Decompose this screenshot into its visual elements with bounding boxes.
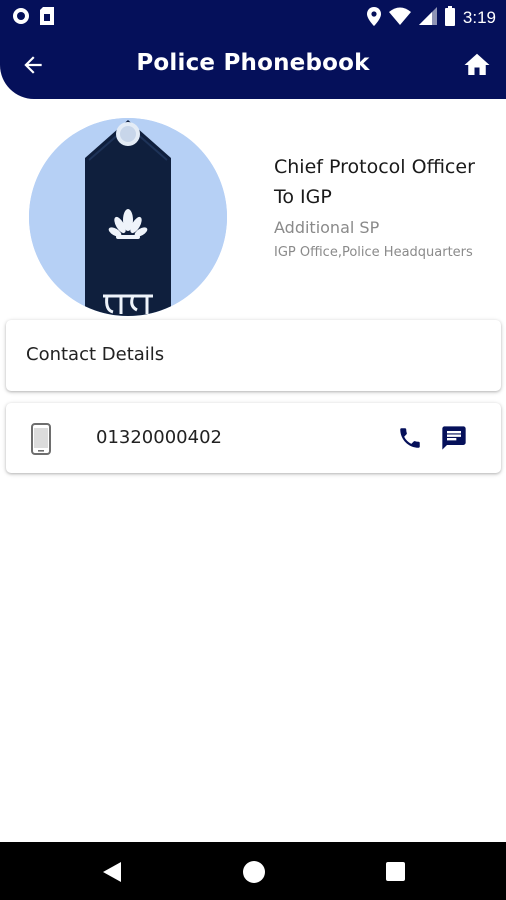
contact-details-card: Contact Details: [6, 320, 501, 391]
nav-recents-icon[interactable]: [386, 862, 405, 881]
status-bar: 3:19: [0, 0, 506, 32]
home-button[interactable]: [462, 50, 492, 80]
page-title: Police Phonebook: [136, 50, 370, 76]
phone-number[interactable]: 01320000402: [96, 427, 222, 448]
police-epaulette-icon: [29, 118, 227, 316]
nav-back-icon: [101, 862, 123, 888]
system-nav-bar: [0, 842, 506, 900]
designation-text: Chief Protocol Officer To IGP: [274, 156, 475, 208]
call-button[interactable]: [397, 425, 423, 451]
status-time: 3:19: [462, 8, 496, 27]
signal-icon: [418, 7, 437, 29]
nav-back-button[interactable]: [101, 860, 123, 884]
profile-info: Chief Protocol Officer To IGP Additional…: [274, 152, 496, 264]
battery-icon: [444, 6, 455, 30]
mobile-phone-icon: [30, 423, 52, 455]
home-icon: [462, 53, 492, 84]
phone-contact-card: 01320000402: [6, 403, 501, 473]
app-screen: 3:19 Police Phonebook Chief Protocol Off…: [0, 0, 506, 900]
notification-circle-icon: [12, 7, 30, 29]
message-button[interactable]: [440, 424, 468, 452]
app-bar: Police Phonebook: [0, 32, 506, 99]
avatar: [29, 118, 227, 316]
location-icon: [366, 6, 381, 30]
call-icon: [397, 428, 423, 455]
wifi-icon: [388, 7, 411, 29]
nav-home-icon[interactable]: [243, 861, 265, 883]
message-icon: [440, 426, 468, 456]
sim-card-icon: [40, 7, 54, 29]
contact-details-title: Contact Details: [26, 344, 165, 365]
office-text: IGP Office,Police Headquarters: [274, 245, 473, 260]
rank-text: Additional SP: [274, 218, 380, 237]
